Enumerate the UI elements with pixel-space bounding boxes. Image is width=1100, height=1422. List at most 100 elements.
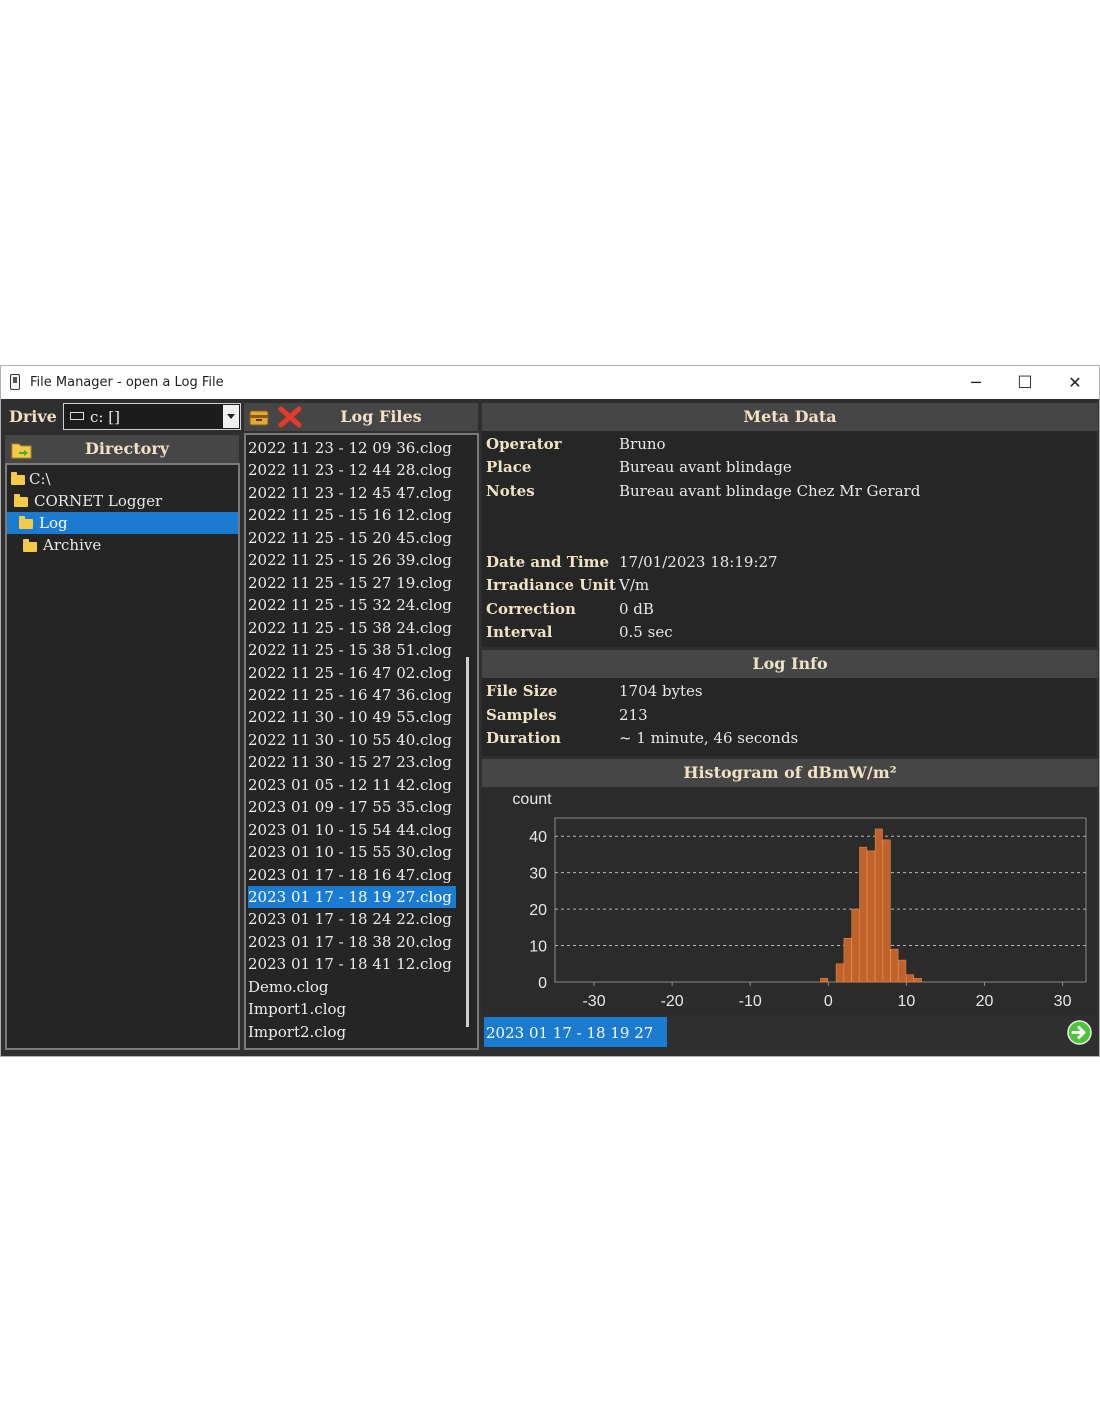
log-file-item[interactable]: 2023 01 05 - 12 11 42.clog bbox=[248, 774, 452, 796]
meta-data-header: Meta Data bbox=[482, 403, 1098, 431]
directory-header: Directory bbox=[5, 435, 239, 463]
log-file-item[interactable]: 2023 01 09 - 17 55 35.clog bbox=[248, 796, 452, 818]
histogram-header: Histogram of dBmW/m² bbox=[482, 759, 1098, 787]
meta-key: Operator bbox=[486, 435, 562, 453]
histogram-panel: 0 10 20 30 40 -30 -20 -10 0 10 20 30 count bbox=[482, 787, 1096, 1015]
log-file-item[interactable]: 2022 11 23 - 12 44 28.clog bbox=[248, 459, 452, 481]
meta-key: Notes bbox=[486, 482, 535, 500]
info-row-samples: Samples 213 bbox=[482, 706, 1092, 728]
x-tick-label: -20 bbox=[661, 993, 684, 1010]
y-tick-label: 20 bbox=[529, 902, 547, 919]
directory-title: Directory bbox=[84, 439, 170, 458]
meta-value: 0 dB bbox=[619, 600, 654, 618]
tree-item-archive[interactable]: Archive bbox=[7, 534, 238, 556]
histogram-bar bbox=[913, 978, 922, 983]
minimize-button[interactable]: ─ bbox=[956, 370, 996, 396]
log-file-item[interactable]: 2022 11 25 - 15 20 45.clog bbox=[248, 527, 452, 549]
log-files-list[interactable]: 2022 11 23 - 12 09 36.clog 2022 11 23 - 1… bbox=[244, 433, 479, 1050]
tree-item-c-drive[interactable]: C:\ bbox=[7, 468, 238, 490]
log-file-item[interactable]: Import2.clog bbox=[248, 1021, 346, 1043]
info-key: Samples bbox=[486, 706, 557, 724]
close-button[interactable]: ✕ bbox=[1055, 370, 1095, 396]
histogram-bar bbox=[874, 828, 883, 983]
histogram-bar bbox=[835, 963, 844, 983]
maximize-button[interactable]: ☐ bbox=[1005, 370, 1045, 396]
meta-row-interval: Interval 0.5 sec bbox=[482, 623, 1092, 645]
x-tick-label: 20 bbox=[976, 993, 994, 1010]
log-file-item[interactable]: 2022 11 25 - 15 32 24.clog bbox=[248, 594, 452, 616]
app-icon bbox=[10, 374, 20, 390]
meta-value: V/m bbox=[619, 576, 650, 594]
open-folder-icon bbox=[19, 516, 33, 529]
log-files-header: Log Files bbox=[244, 403, 478, 431]
meta-value: Bureau avant blindage Chez Mr Gerard bbox=[619, 482, 921, 500]
meta-row-place: Place Bureau avant blindage bbox=[482, 458, 1092, 480]
histogram-bar bbox=[843, 937, 852, 983]
tree-item-label: CORNET Logger bbox=[34, 492, 163, 510]
meta-key: Correction bbox=[486, 600, 576, 618]
log-files-title: Log Files bbox=[340, 407, 422, 426]
histogram-bar bbox=[820, 978, 829, 983]
delete-x-icon[interactable] bbox=[278, 406, 302, 428]
meta-row-operator: Operator Bruno bbox=[482, 435, 1092, 457]
plot-area bbox=[554, 817, 1087, 983]
meta-row-notes: Notes Bureau avant blindage Chez Mr Gera… bbox=[482, 482, 1092, 504]
arrow-right-icon[interactable] bbox=[1067, 1020, 1092, 1045]
log-file-item[interactable]: 2023 01 10 - 15 54 44.clog bbox=[248, 819, 452, 841]
archive-box-icon[interactable] bbox=[248, 407, 270, 427]
info-value: ~ 1 minute, 46 seconds bbox=[619, 729, 799, 747]
y-tick-label: 30 bbox=[529, 866, 547, 883]
drive-value: c: [] bbox=[90, 408, 120, 426]
log-file-item[interactable]: 2022 11 25 - 16 47 36.clog bbox=[248, 684, 452, 706]
meta-key: Interval bbox=[486, 623, 553, 641]
meta-value: 0.5 sec bbox=[619, 623, 673, 641]
log-file-item[interactable]: 2022 11 30 - 10 49 55.clog bbox=[248, 706, 452, 728]
info-value: 213 bbox=[619, 706, 648, 724]
drive-icon bbox=[70, 412, 84, 420]
log-file-item[interactable]: 2022 11 25 - 16 47 02.clog bbox=[248, 662, 452, 684]
log-file-item[interactable]: 2022 11 25 - 15 27 19.clog bbox=[248, 572, 452, 594]
meta-row-date-time: Date and Time 17/01/2023 18:19:27 bbox=[482, 553, 1092, 575]
log-file-item[interactable]: 2023 01 17 - 18 38 20.clog bbox=[248, 931, 452, 953]
log-file-item[interactable]: 2022 11 25 - 15 26 39.clog bbox=[248, 549, 452, 571]
log-file-item[interactable]: Import1.clog bbox=[248, 998, 346, 1020]
directory-tree[interactable]: C:\ CORNET Logger Log Archive bbox=[5, 463, 240, 1050]
meta-key: Place bbox=[486, 458, 532, 476]
folder-refresh-icon[interactable] bbox=[11, 440, 32, 459]
info-row-file-size: File Size 1704 bytes bbox=[482, 682, 1092, 704]
status-current-file: 2023 01 17 - 18 19 27 (1) bbox=[484, 1017, 667, 1074]
log-file-item[interactable]: 2022 11 30 - 10 55 40.clog bbox=[248, 729, 452, 751]
chevron-down-icon[interactable] bbox=[223, 405, 239, 428]
y-tick-label: 40 bbox=[529, 829, 547, 846]
tree-item-label: Archive bbox=[43, 536, 102, 554]
log-file-item[interactable]: Demo.clog bbox=[248, 976, 329, 998]
log-file-item[interactable]: 2022 11 25 - 15 38 51.clog bbox=[248, 639, 452, 661]
drive-label: Drive bbox=[9, 407, 57, 426]
log-file-item[interactable]: 2022 11 23 - 12 09 36.clog bbox=[248, 437, 452, 459]
log-file-item[interactable]: 2023 01 17 - 18 41 12.clog bbox=[248, 953, 452, 975]
x-tick-label: 30 bbox=[1054, 993, 1072, 1010]
tree-item-log[interactable]: Log bbox=[7, 512, 238, 534]
tree-item-cornet-logger[interactable]: CORNET Logger bbox=[7, 490, 238, 512]
histogram-bar bbox=[867, 850, 875, 983]
scrollbar[interactable] bbox=[466, 657, 469, 1027]
log-file-item[interactable]: 2023 01 17 - 18 16 47.clog bbox=[248, 864, 452, 886]
meta-value: 17/01/2023 18:19:27 bbox=[619, 553, 778, 571]
info-key: Duration bbox=[486, 729, 562, 747]
folder-icon bbox=[23, 539, 37, 552]
meta-data-panel: Operator Bruno Place Bureau avant blinda… bbox=[482, 431, 1096, 647]
drive-select[interactable]: c: [] bbox=[63, 403, 241, 430]
meta-key: Date and Time bbox=[486, 553, 610, 571]
log-file-item[interactable]: 2023 01 17 - 18 19 27.clog bbox=[248, 886, 456, 909]
client-area: Drive c: [] Directory C:\ CORNET Logger bbox=[1, 399, 1099, 1074]
log-file-item[interactable]: 2022 11 23 - 12 45 47.clog bbox=[248, 482, 452, 504]
log-file-item[interactable]: 2023 01 10 - 15 55 30.clog bbox=[248, 841, 452, 863]
log-file-item[interactable]: 2022 11 25 - 15 16 12.clog bbox=[248, 504, 452, 526]
log-file-item[interactable]: 2022 11 25 - 15 38 24.clog bbox=[248, 617, 452, 639]
x-tick-label: 10 bbox=[897, 993, 915, 1010]
meta-row-irradiance-unit: Irradiance Unit V/m bbox=[482, 576, 1092, 598]
log-file-item[interactable]: 2023 01 17 - 18 24 22.clog bbox=[248, 908, 452, 930]
info-row-duration: Duration ~ 1 minute, 46 seconds bbox=[482, 729, 1092, 751]
y-axis-label: count bbox=[512, 791, 552, 808]
log-file-item[interactable]: 2022 11 30 - 15 27 23.clog bbox=[248, 751, 452, 773]
